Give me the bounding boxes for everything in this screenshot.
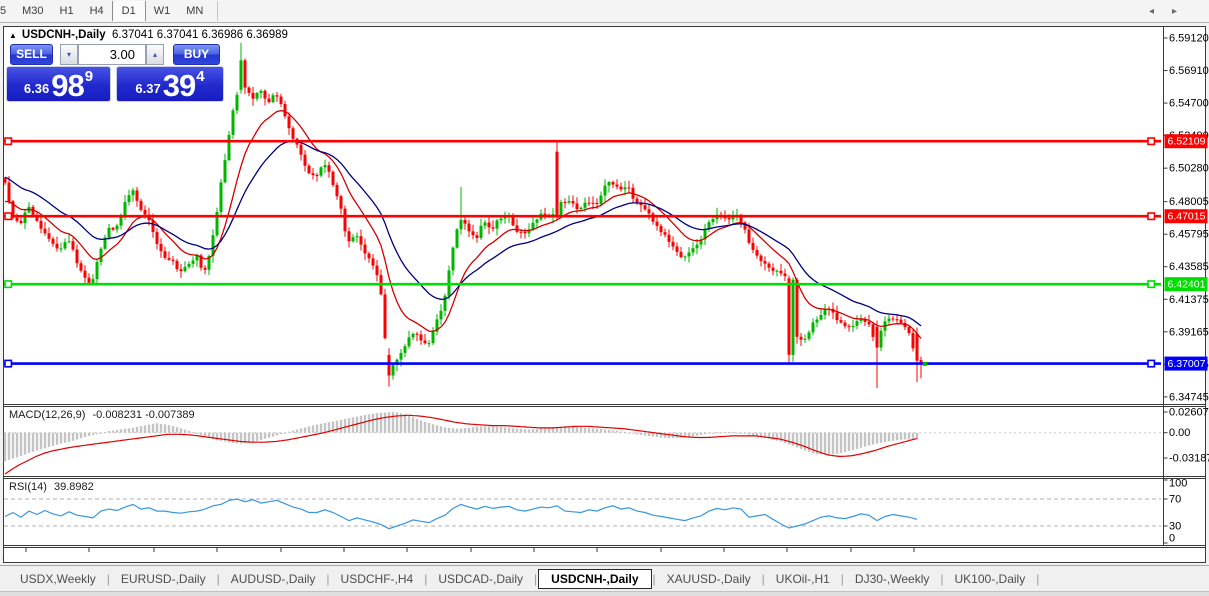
sell-price-pip: 9 (85, 68, 93, 85)
svg-text:6.34745: 6.34745 (1169, 391, 1209, 403)
collapse-triangle-icon[interactable]: ▲ (9, 31, 17, 40)
svg-text:6.48005: 6.48005 (1169, 196, 1209, 208)
svg-text:6.50280: 6.50280 (1169, 163, 1209, 175)
buy-price-display[interactable]: 6.37 39 4 (117, 67, 223, 101)
sell-price: 6.36 98 9 (7, 67, 110, 101)
buy-button[interactable]: BUY (173, 44, 220, 65)
rsi-indicator-label: RSI(14) 39.8982 (9, 481, 94, 493)
svg-text:70: 70 (1169, 494, 1181, 506)
sell-price-main: 98 (51, 72, 83, 99)
svg-text:6.54700: 6.54700 (1169, 98, 1209, 110)
svg-text:0.00: 0.00 (1169, 427, 1190, 439)
sell-button[interactable]: SELL (10, 44, 53, 65)
buy-price-main: 39 (163, 72, 195, 99)
sell-price-prefix: 6.36 (24, 81, 49, 96)
rsi-value: 39.8982 (54, 481, 94, 493)
trade-controls-row: SELL ▾ ▴ BUY (7, 44, 223, 65)
svg-text:6.52109: 6.52109 (1168, 136, 1206, 148)
rsi-name: RSI(14) (9, 481, 47, 493)
svg-text:6.43585: 6.43585 (1169, 261, 1209, 273)
buy-price-pip: 4 (196, 68, 204, 85)
chart-ohlc-values: 6.37041 6.37041 6.36986 6.36989 (112, 29, 288, 41)
chart-window-frame (4, 27, 1206, 563)
mt4-window: 6.591206.569106.547006.524906.502806.480… (0, 0, 1209, 596)
current-price-marker (923, 362, 927, 366)
sell-price-display[interactable]: 6.36 98 9 (7, 67, 110, 101)
svg-text:-0.031872: -0.031872 (1169, 453, 1209, 465)
svg-text:6.45795: 6.45795 (1169, 229, 1209, 241)
volume-decrease-button[interactable]: ▾ (60, 44, 78, 65)
buy-price: 6.37 39 4 (117, 67, 223, 101)
svg-text:6.37007: 6.37007 (1168, 358, 1206, 370)
svg-text:100: 100 (1169, 478, 1187, 490)
volume-input[interactable] (78, 44, 146, 65)
one-click-trading-panel: SELL ▾ ▴ BUY 6.36 98 9 6.37 39 4 (7, 44, 223, 101)
svg-text:6.59120: 6.59120 (1169, 33, 1209, 45)
svg-text:6.56910: 6.56910 (1169, 65, 1209, 77)
macd-name: MACD(12,26,9) (9, 409, 85, 421)
buy-price-prefix: 6.37 (135, 81, 160, 96)
svg-text:6.42401: 6.42401 (1168, 279, 1206, 291)
macd-values: -0.008231 -0.007389 (92, 409, 194, 421)
svg-text:6.39165: 6.39165 (1169, 326, 1209, 338)
svg-text:6.41375: 6.41375 (1169, 294, 1209, 306)
chart-title: ▲ USDCNH-,Daily 6.37041 6.37041 6.36986 6… (9, 29, 288, 41)
svg-text:0: 0 (1169, 533, 1175, 545)
chart-symbol: USDCNH-,Daily (22, 29, 106, 41)
macd-indicator-label: MACD(12,26,9) -0.008231 -0.007389 (9, 409, 195, 421)
volume-increase-button[interactable]: ▴ (146, 44, 164, 65)
svg-text:0.02607: 0.02607 (1169, 407, 1209, 419)
svg-text:6.47015: 6.47015 (1168, 211, 1206, 223)
svg-text:30: 30 (1169, 521, 1181, 533)
